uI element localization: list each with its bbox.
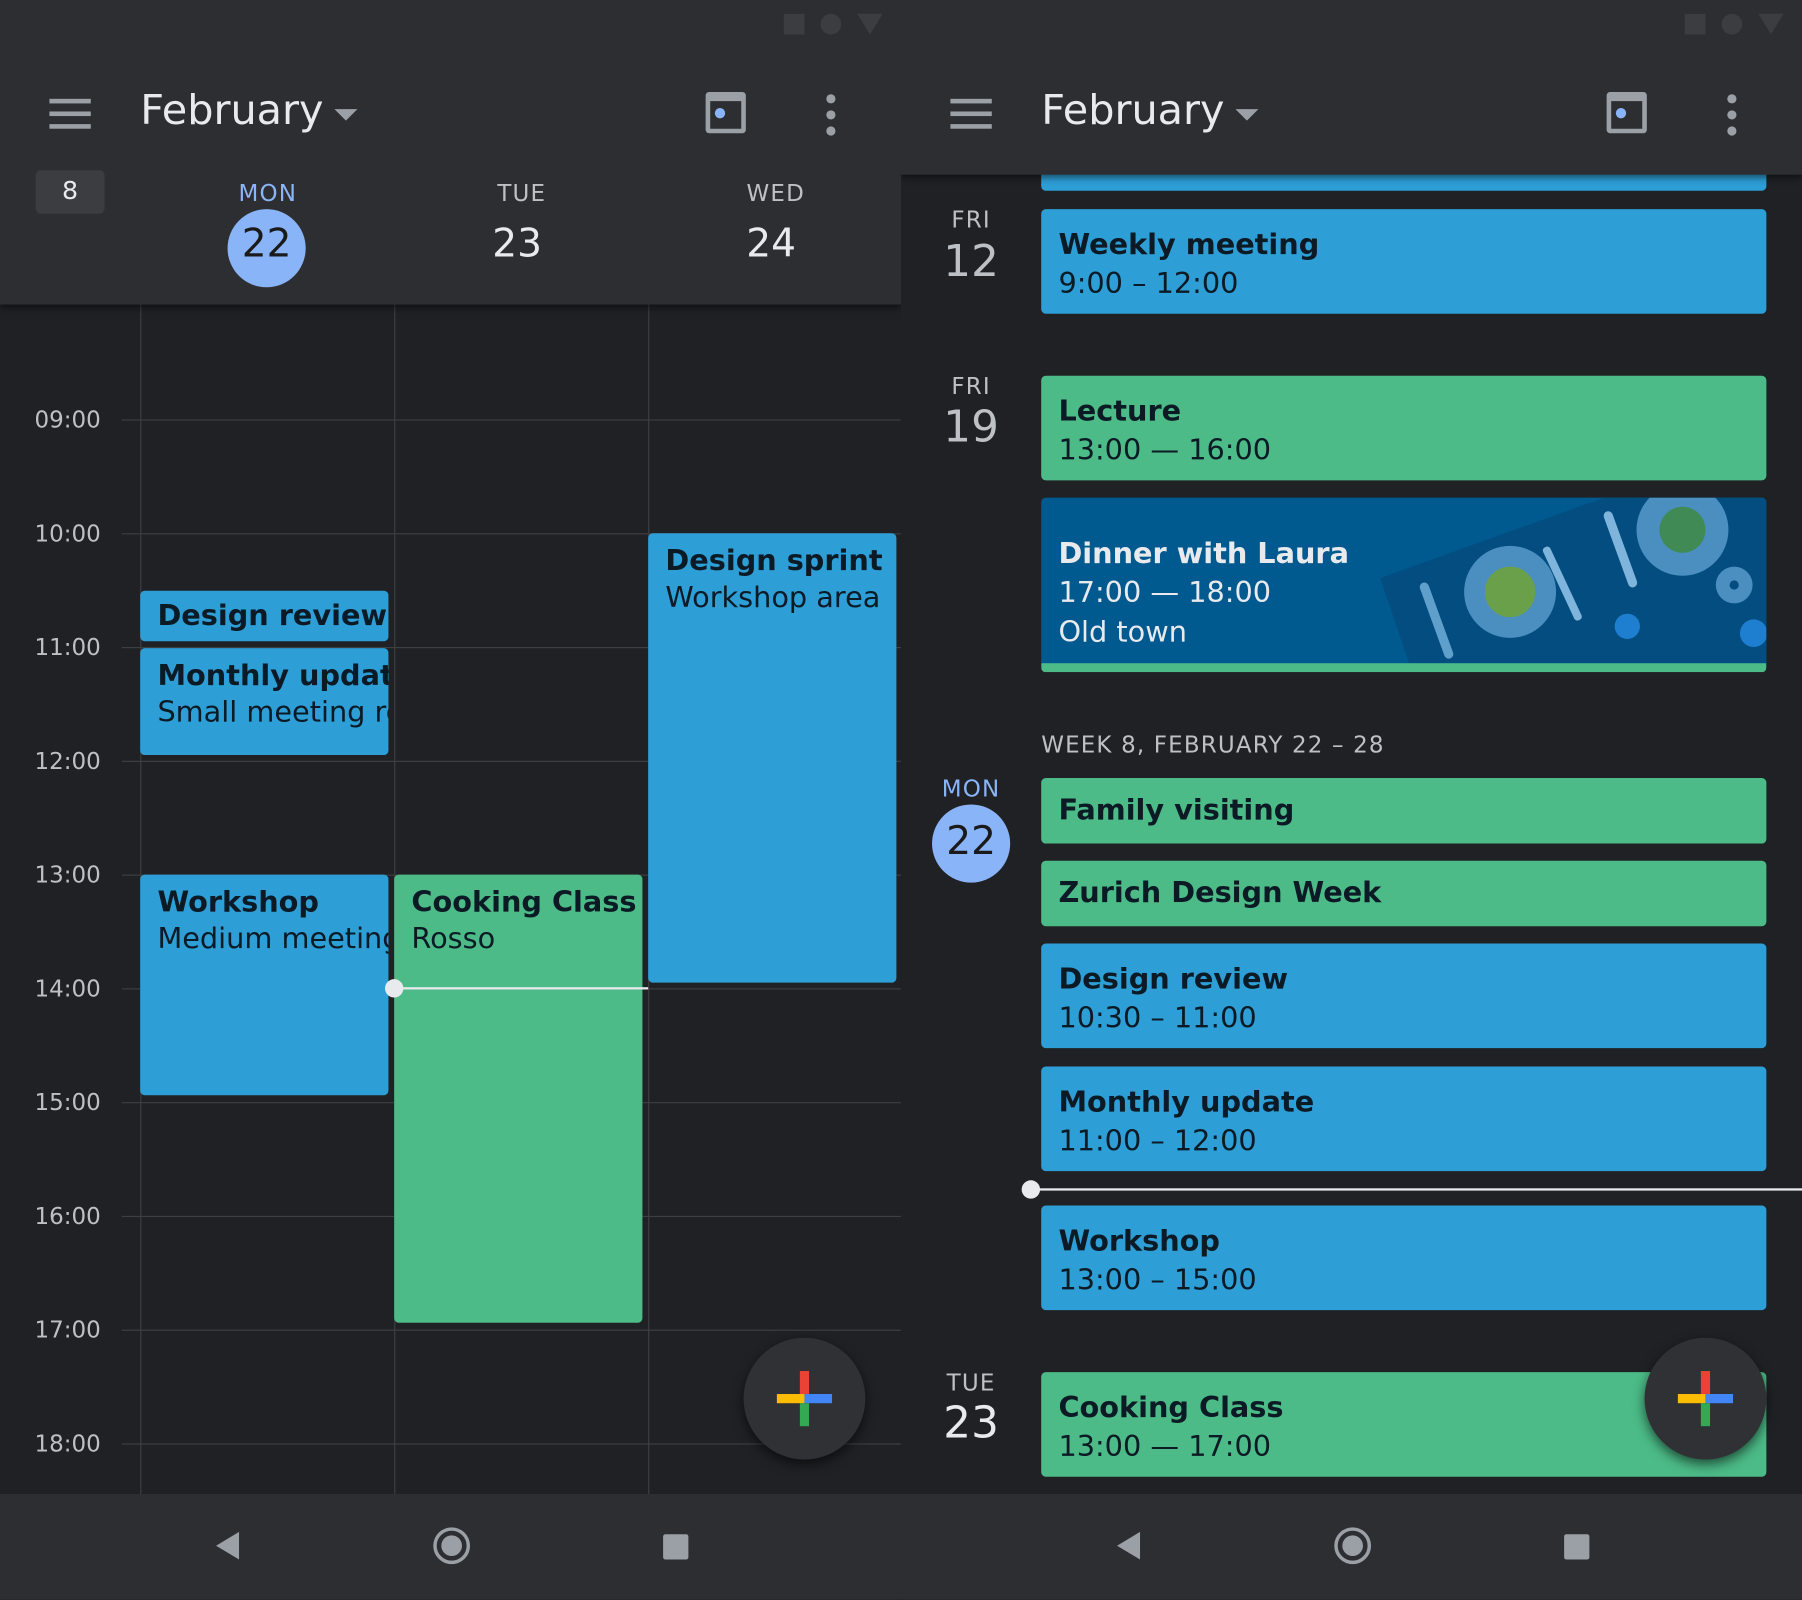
event-design-sprint[interactable]: Design sprint Workshop area [648,533,897,983]
schedule-view-panel: February FRI 12 FRI 19 MON 22 TUE 23 Wee… [900,0,1802,1600]
current-time-line [394,987,649,990]
event-design-review[interactable]: Design review [140,590,389,642]
event-monthly-update[interactable]: Monthly update 11:00 – 12:00 [1041,1066,1767,1172]
week-number-badge: 8 [35,170,105,214]
hamburger-icon[interactable] [49,98,91,129]
status-circle-icon [820,13,842,35]
week-header: WEEK 8, FEBRUARY 22 – 28 [1041,730,1385,759]
day-of-week: TUE [497,179,547,207]
hour-label: 14:00 [34,974,101,1003]
event-lecture[interactable]: Lecture 13:00 — 16:00 [1041,375,1767,481]
event-cooking-class[interactable]: Cooking Class Rosso [394,874,643,1323]
event-family-visiting[interactable]: Family visiting [1041,778,1767,844]
hour-label: 16:00 [34,1202,101,1230]
status-triangle-icon [1758,13,1784,35]
current-time-dot [1021,1180,1041,1199]
status-circle-icon [1721,13,1743,35]
hour-label: 10:00 [34,519,101,548]
day-of-week: FRI [951,205,991,234]
home-icon[interactable] [433,1527,471,1565]
day-number[interactable]: 22 [925,818,1017,864]
day-of-week: TUE [946,1368,996,1397]
day-number[interactable]: 22 [221,221,313,267]
event-zurich-design-week[interactable]: Zurich Design Week [1041,860,1767,927]
day-number[interactable]: 19 [925,401,1017,452]
current-time-dot [384,979,404,998]
add-event-button[interactable] [743,1337,866,1460]
app-header: February [900,0,1802,175]
week-view-panel: February 8 MON 22 TUE 23 WED 24 09:00 10:… [0,0,901,1600]
app-header: February 8 MON 22 TUE 23 WED 24 [0,0,901,305]
calendar-today-icon[interactable] [705,91,746,134]
status-bar [1684,13,1784,35]
status-bar [783,13,883,35]
day-number[interactable]: 23 [925,1397,1017,1448]
event-workshop[interactable]: Workshop Medium meeting [140,874,389,1096]
day-of-week: WED [746,179,805,207]
status-triangle-icon [857,13,883,35]
status-square-icon [1684,13,1706,35]
caret-down-icon[interactable] [1235,109,1259,121]
month-title[interactable]: February [1041,87,1224,134]
event-design-review[interactable]: Design review 10:30 – 11:00 [1041,943,1767,1049]
hour-gridline [121,1329,901,1331]
day-of-week: MON [238,179,298,207]
home-icon[interactable] [1334,1527,1372,1565]
calendar-today-icon[interactable] [1606,91,1647,134]
month-title[interactable]: February [140,87,323,134]
hour-label: 11:00 [34,633,101,661]
hour-label: 15:00 [34,1088,101,1116]
dinner-table-illustration [1380,497,1767,664]
back-icon[interactable] [216,1531,240,1560]
more-vert-icon[interactable] [1727,94,1737,136]
event-monthly-update[interactable]: Monthly update Small meeting ro [140,648,389,756]
event-dinner-with-laura[interactable]: Dinner with Laura 17:00 — 18:00 Old town [1041,497,1767,673]
hour-label: 18:00 [34,1429,101,1458]
more-vert-icon[interactable] [826,94,836,136]
day-of-week: MON [941,774,1001,803]
hour-label: 13:00 [34,860,101,889]
event-workshop[interactable]: Workshop 13:00 – 15:00 [1041,1205,1767,1311]
system-nav-bar [0,1493,901,1600]
system-nav-bar [900,1493,1802,1600]
add-event-button[interactable] [1644,1337,1767,1460]
event-weekly-meeting[interactable]: Weekly meeting 9:00 – 12:00 [1041,209,1767,314]
recents-icon[interactable] [1564,1534,1590,1560]
day-number[interactable]: 12 [925,236,1017,287]
hamburger-icon[interactable] [950,98,992,129]
hour-label: 17:00 [34,1315,101,1344]
caret-down-icon[interactable] [334,109,358,121]
recents-icon[interactable] [663,1534,689,1560]
hour-label: 09:00 [34,405,101,434]
day-of-week: FRI [951,372,991,400]
status-square-icon [783,13,805,35]
hour-gridline [121,419,901,421]
back-icon[interactable] [1117,1531,1141,1560]
day-number[interactable]: 24 [725,221,817,267]
current-time-line [1030,1188,1802,1191]
hour-label: 12:00 [34,746,101,775]
day-number[interactable]: 23 [471,221,563,267]
